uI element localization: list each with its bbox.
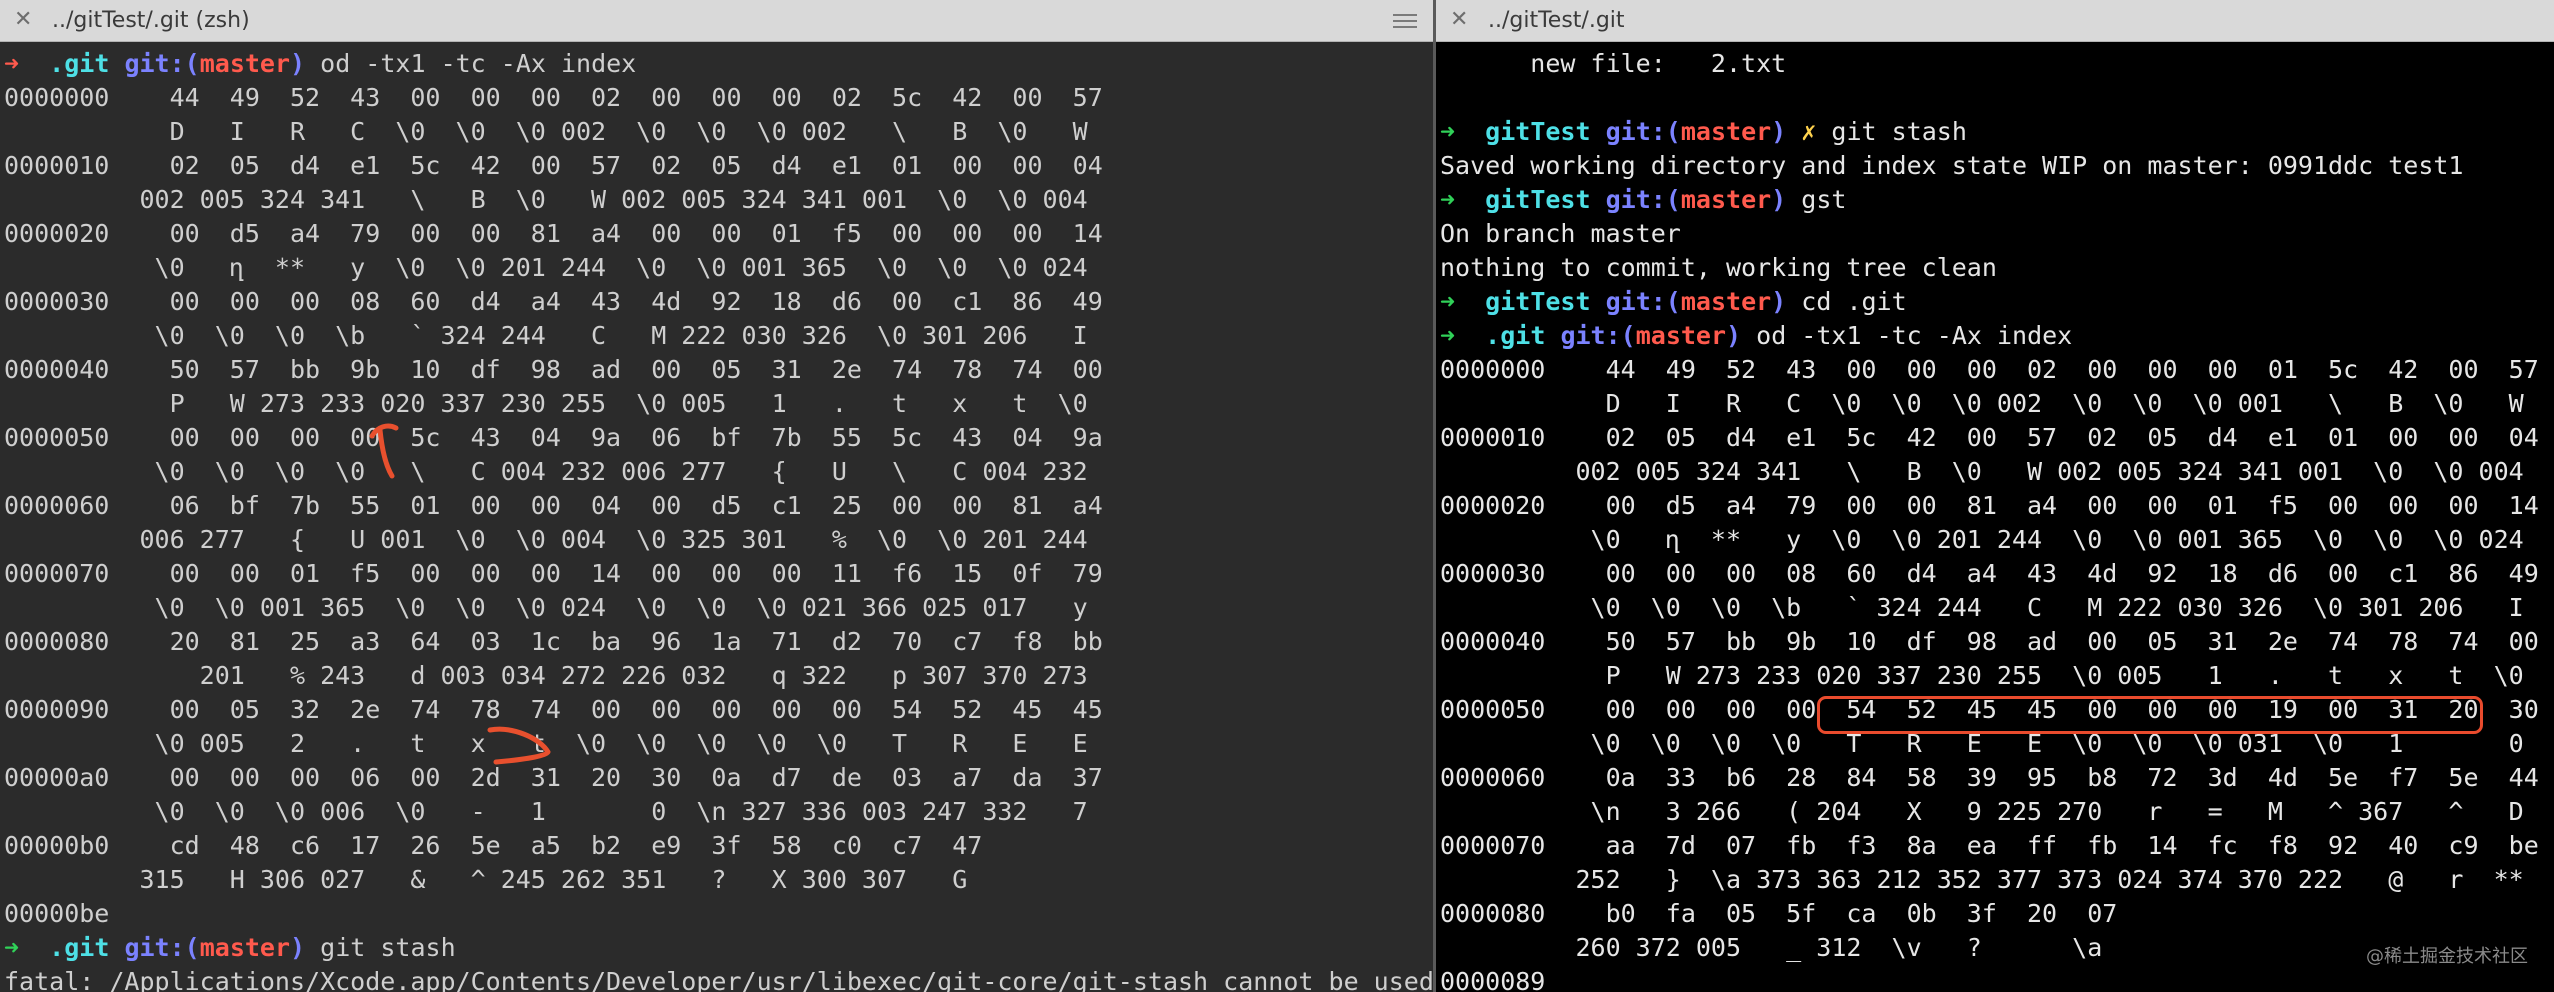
curve-mark-annotation: [487, 726, 551, 765]
hand-drawn-annotations: [369, 423, 551, 765]
watermark: @稀土掘金技术社区: [2366, 946, 2528, 967]
bracket-mark-annotation: [369, 423, 399, 479]
